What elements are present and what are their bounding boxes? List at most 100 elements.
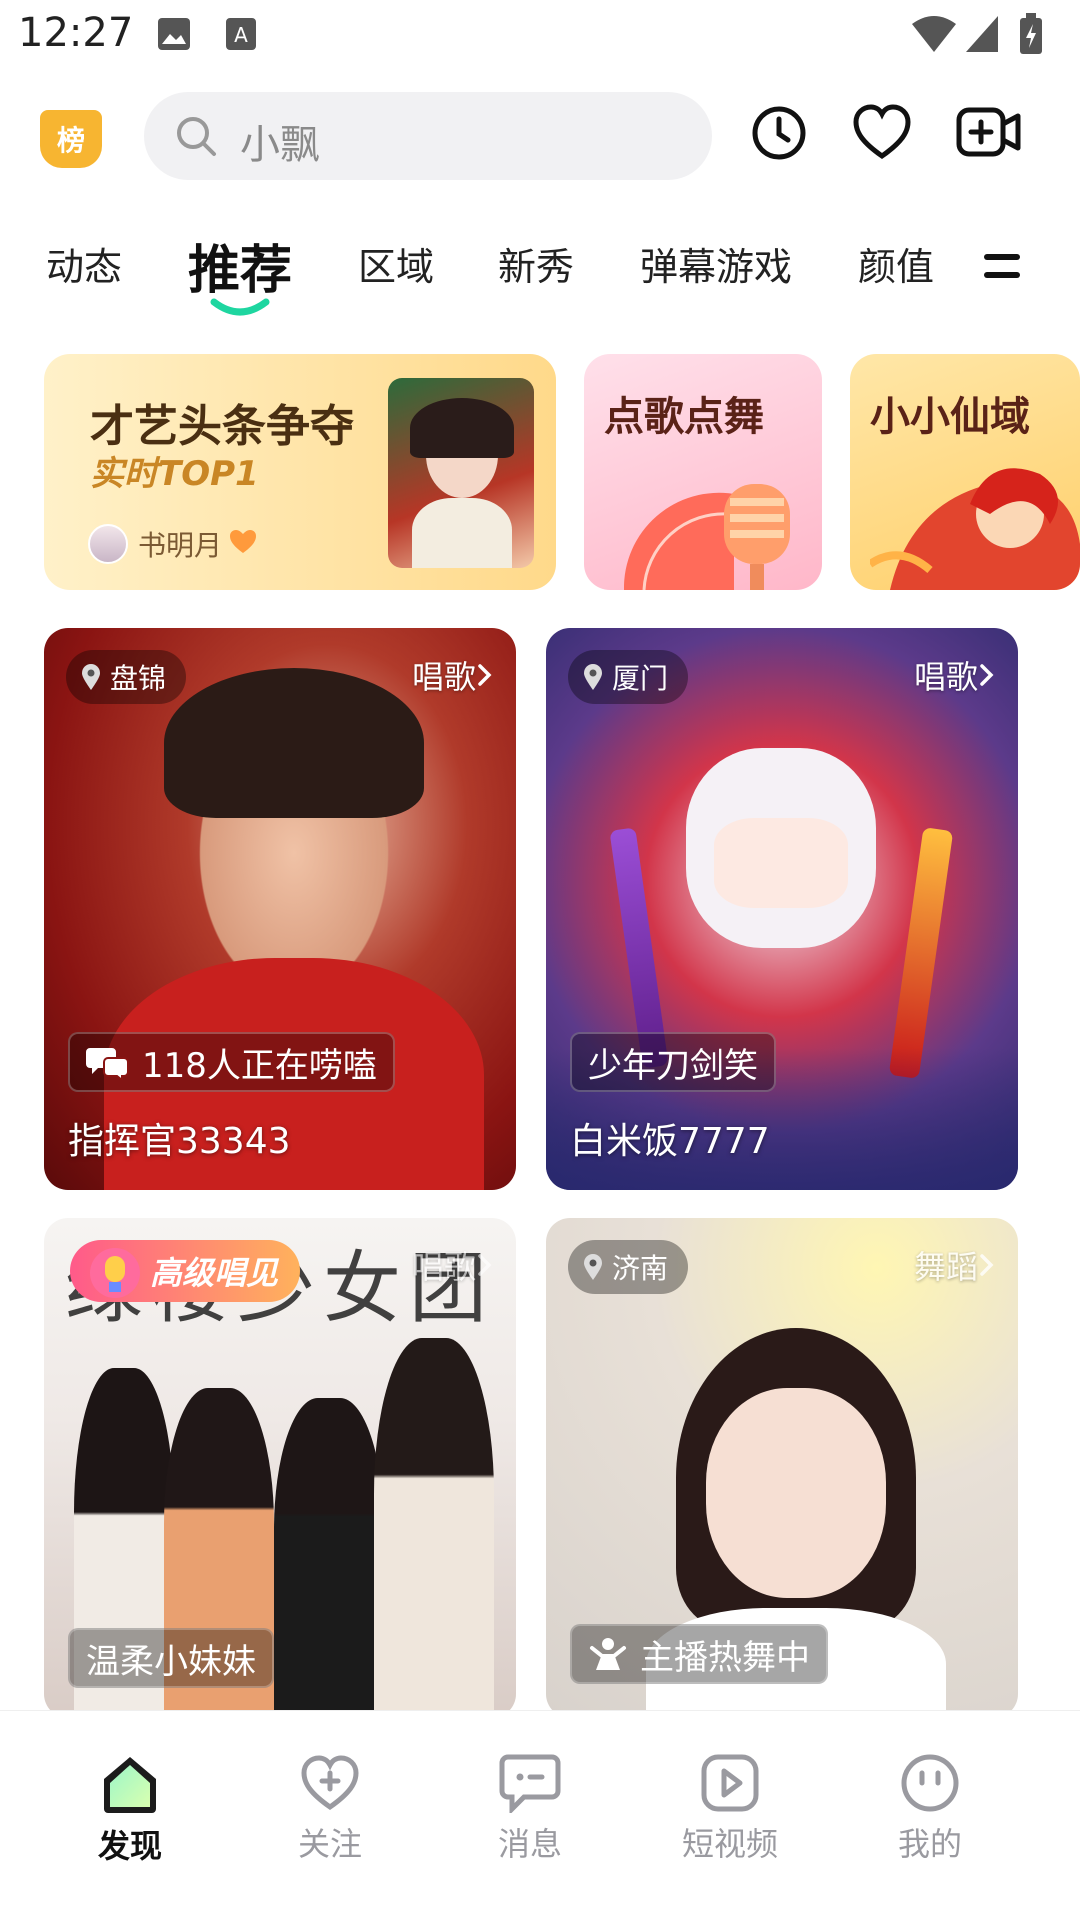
banner-title: 才艺头条争夺 <box>90 401 354 452</box>
search-placeholder: 小飘 <box>240 122 320 168</box>
nav-discover[interactable]: 发现 <box>60 1753 200 1867</box>
wifi-icon <box>910 14 958 58</box>
tab-dynamic[interactable]: 动态 <box>46 236 122 291</box>
home-icon <box>104 1757 156 1813</box>
location-tag: 盘锦 <box>66 650 187 704</box>
streamer-hair <box>164 668 424 818</box>
status-time: 12:27 <box>18 10 134 56</box>
location-label: 厦门 <box>612 662 669 695</box>
chevron-right-icon <box>980 664 994 686</box>
location-pin-icon <box>584 1254 602 1280</box>
streamer-tag-pill: 温柔小妹妹 <box>68 1628 274 1688</box>
location-tag: 厦门 <box>568 650 689 704</box>
senior-singer-badge-label: 高级唱见 <box>150 1254 279 1292</box>
location-label: 盘锦 <box>110 662 167 695</box>
tab-newcomers[interactable]: 新秀 <box>498 236 574 291</box>
nav-follow[interactable]: 关注 <box>260 1753 400 1865</box>
game-title-pill: 少年刀剑笑 <box>570 1032 776 1092</box>
signal-icon <box>964 14 1000 58</box>
nav-label: 发现 <box>97 1827 162 1865</box>
message-icon <box>499 1754 561 1813</box>
profile-face-icon <box>901 1754 959 1812</box>
chevron-right-icon <box>478 1254 492 1276</box>
category-link[interactable]: 唱歌 <box>412 652 494 698</box>
streamer-tag-text: 温柔小妹妹 <box>86 1641 256 1682</box>
keyboard-icon: A <box>224 16 258 56</box>
banner-subtitle: 实时TOP1 <box>90 454 259 494</box>
tab-region[interactable]: 区域 <box>358 236 434 291</box>
chat-bubbles-icon <box>86 1048 129 1080</box>
banner-user-name: 书明月 <box>138 529 223 562</box>
nav-label: 消息 <box>497 1825 562 1863</box>
stream-card[interactable]: 济南 舞蹈 主播热舞中 <box>546 1218 1018 1718</box>
character-face <box>714 818 848 908</box>
tab-looks[interactable]: 颜值 <box>858 236 934 291</box>
streamer-photo <box>706 1388 886 1598</box>
banner-user: 书明月 <box>88 524 258 564</box>
menu-icon[interactable] <box>984 252 1020 284</box>
nav-label: 短视频 <box>681 1825 778 1863</box>
video-play-icon <box>701 1754 759 1812</box>
banner-title: 点歌点舞 <box>604 394 764 440</box>
group-member <box>374 1338 494 1718</box>
category-label: 唱歌 <box>411 658 476 696</box>
nav-messages[interactable]: 消息 <box>460 1753 600 1865</box>
history-icon[interactable] <box>750 104 808 166</box>
microphone-badge-icon <box>90 1248 140 1298</box>
ranking-badge-label: 榜 <box>56 124 85 157</box>
dancer-icon <box>590 1638 626 1670</box>
nav-me[interactable]: 我的 <box>860 1753 1000 1865</box>
active-tab-indicator <box>210 296 270 324</box>
tab-danmaku-games[interactable]: 弹幕游戏 <box>640 236 792 291</box>
microphone-fan-illustration <box>623 464 814 590</box>
senior-singer-badge: 高级唱见 <box>70 1240 301 1302</box>
stream-card[interactable]: 盘锦 唱歌 118人正在唠嗑 指挥官33343 <box>44 628 516 1190</box>
svg-text:A: A <box>234 23 248 47</box>
chevron-right-icon <box>980 1254 994 1276</box>
heart-plus-icon <box>301 1755 359 1811</box>
tab-recommend[interactable]: 推荐 <box>188 228 292 303</box>
chatting-count-pill: 118人正在唠嗑 <box>68 1032 395 1092</box>
chatting-count-text: 118人正在唠嗑 <box>142 1045 377 1086</box>
nav-label: 关注 <box>297 1825 362 1863</box>
location-tag: 济南 <box>568 1240 689 1294</box>
category-label: 唱歌 <box>411 1248 476 1286</box>
song-dance-request-banner[interactable]: 点歌点舞 <box>584 354 822 590</box>
streamer-name: 白米饭7777 <box>570 1121 770 1162</box>
ranking-badge[interactable]: 榜 <box>40 110 102 168</box>
nav-short-video[interactable]: 短视频 <box>660 1753 800 1865</box>
search-icon <box>174 114 218 162</box>
battery-icon <box>1018 12 1044 60</box>
gallery-icon <box>156 16 192 56</box>
status-bar: 12:27 A <box>0 0 1080 72</box>
category-label: 舞蹈 <box>913 1248 978 1286</box>
little-fairyland-banner[interactable]: 小小仙域 <box>850 354 1080 590</box>
favorite-icon[interactable] <box>852 104 912 166</box>
avatar <box>88 524 128 564</box>
banner-title: 小小仙域 <box>870 394 1030 440</box>
group-member <box>274 1398 384 1718</box>
category-link[interactable]: 舞蹈 <box>914 1242 996 1288</box>
heart-badge-icon <box>228 529 258 559</box>
location-pin-icon <box>584 664 602 690</box>
hot-dance-pill: 主播热舞中 <box>570 1624 828 1684</box>
category-link[interactable]: 唱歌 <box>914 652 996 698</box>
hot-dance-text: 主播热舞中 <box>640 1637 810 1678</box>
game-character-illustration <box>867 444 1080 590</box>
bottom-navigation: 发现 关注 消息 短视频 我的 <box>0 1710 1080 1920</box>
talent-headline-banner[interactable]: 才艺头条争夺 实时TOP1 书明月 <box>44 354 556 590</box>
category-label: 唱歌 <box>913 658 978 696</box>
streamer-name: 指挥官33343 <box>68 1121 291 1162</box>
stream-card[interactable]: 绿楼少女团 高级唱见 唱歌 温柔小妹妹 <box>44 1218 516 1718</box>
location-label: 济南 <box>612 1252 669 1285</box>
start-live-icon[interactable] <box>956 104 1022 164</box>
location-pin-icon <box>82 664 100 690</box>
search-bar[interactable]: 小飘 <box>144 92 712 180</box>
nav-label: 我的 <box>897 1825 962 1863</box>
stream-card[interactable]: 厦门 唱歌 少年刀剑笑 白米饭7777 <box>546 628 1018 1190</box>
category-link[interactable]: 唱歌 <box>412 1242 494 1288</box>
chevron-right-icon <box>478 664 492 686</box>
red-sword <box>888 827 954 1079</box>
game-title-text: 少年刀剑笑 <box>588 1045 758 1086</box>
banner-photo <box>388 378 534 568</box>
